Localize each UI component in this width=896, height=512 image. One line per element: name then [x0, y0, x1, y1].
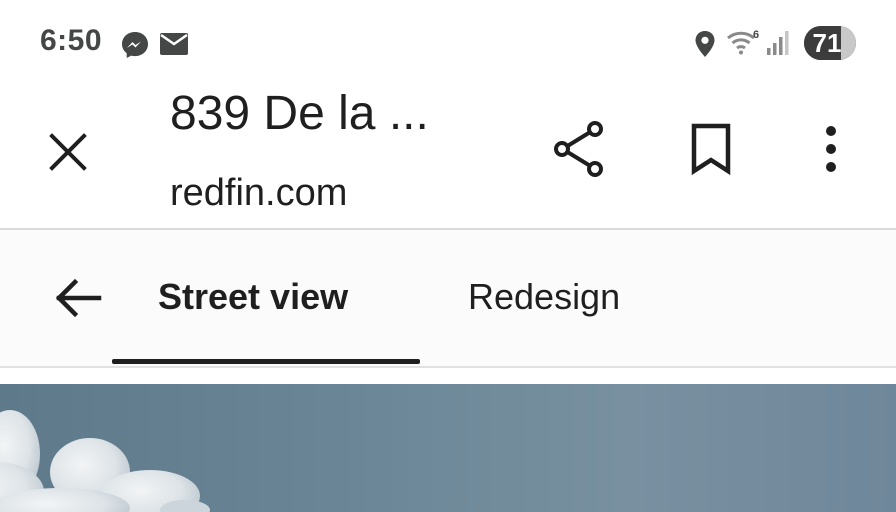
active-tab-indicator — [112, 359, 420, 364]
tab-redesign[interactable]: Redesign — [468, 276, 620, 318]
tab-strip: Street view Redesign — [0, 230, 896, 366]
bookmark-icon[interactable] — [688, 122, 734, 176]
status-time: 6:50 — [40, 24, 103, 57]
cloud-illustration — [0, 410, 210, 512]
wifi-standard-label: 6 — [753, 29, 759, 41]
gmail-icon — [159, 32, 189, 61]
more-icon[interactable] — [816, 122, 846, 176]
messenger-icon — [120, 30, 150, 65]
custom-tab-header: 839 De la ... redfin.com — [0, 86, 896, 228]
share-icon[interactable] — [550, 120, 608, 178]
street-view-photo[interactable] — [0, 384, 896, 512]
back-arrow-icon[interactable] — [52, 276, 104, 320]
page-title: 839 De la ... — [170, 87, 429, 140]
wifi-6-icon: 6 — [726, 28, 762, 61]
close-icon[interactable] — [44, 128, 92, 176]
status-bar: 6:50 6 71 — [0, 0, 896, 86]
battery-level: 71 — [812, 28, 842, 58]
page-domain: redfin.com — [170, 172, 348, 214]
battery-indicator: 71 — [804, 26, 856, 60]
tab-street-view[interactable]: Street view — [158, 276, 348, 318]
signal-icon — [766, 30, 792, 61]
tab-divider — [0, 366, 896, 368]
screen: 6:50 6 71 839 De la ... redfin.com Stree… — [0, 0, 896, 512]
location-icon — [694, 30, 716, 63]
